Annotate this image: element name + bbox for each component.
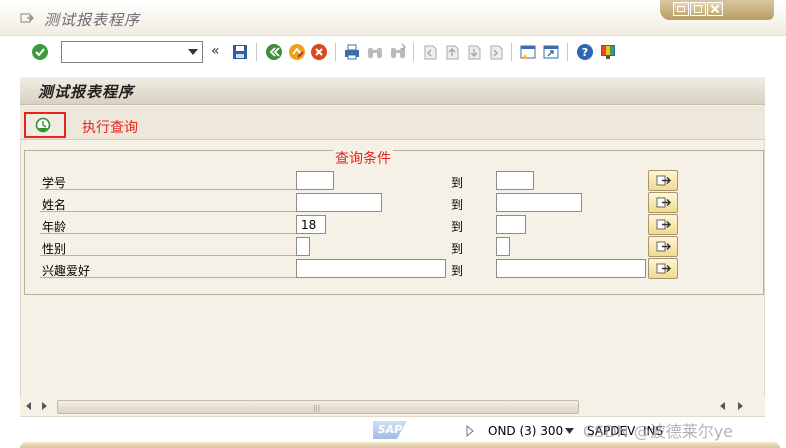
maximize-button[interactable] [690, 2, 706, 16]
page-header: 测试报表程序 [20, 77, 765, 105]
previous-page-icon[interactable] [443, 43, 461, 61]
svg-text:?: ? [582, 46, 588, 59]
collapse-icon[interactable]: « [211, 42, 229, 60]
multiple-selection-button[interactable] [648, 192, 678, 213]
field-label-hobbies: 兴趣爱好 [42, 264, 91, 278]
to-label: 到 [451, 176, 464, 190]
execute-button[interactable] [24, 112, 66, 138]
horizontal-scrollbar[interactable]: ||| [20, 398, 765, 416]
maximize-icon [694, 5, 702, 13]
multiple-selection-button[interactable] [648, 236, 678, 257]
window-controls [660, 0, 774, 20]
bottom-strip [20, 442, 780, 448]
create-session-icon[interactable] [519, 43, 537, 61]
scroll-right-icon[interactable] [42, 402, 47, 410]
scroll-right-icon[interactable] [738, 402, 743, 410]
shortcut-icon[interactable] [542, 43, 560, 61]
arrow-right-icon [656, 219, 671, 230]
arrow-right-icon [656, 197, 671, 208]
find-icon[interactable] [366, 43, 384, 61]
watermark: CSDN @波德莱尔ye [583, 422, 734, 441]
title-bar: 测试报表程序 [0, 0, 786, 36]
cancel-icon[interactable] [310, 43, 328, 61]
name-high-input[interactable] [496, 193, 582, 212]
chevron-down-icon[interactable] [565, 428, 574, 434]
find-next-icon[interactable] [389, 43, 407, 61]
back-icon[interactable] [265, 43, 283, 61]
close-icon [710, 5, 720, 13]
minimize-button[interactable] [673, 2, 689, 16]
to-label: 到 [451, 220, 464, 234]
field-label-student-id: 学号 [42, 176, 67, 190]
to-label: 到 [451, 264, 464, 278]
close-button[interactable] [707, 2, 723, 16]
first-page-icon[interactable] [421, 43, 439, 61]
age-high-input[interactable] [496, 215, 526, 234]
save-icon[interactable] [231, 43, 249, 61]
scroll-left-icon[interactable] [26, 402, 31, 410]
toolbar-separator [511, 43, 512, 61]
help-icon[interactable]: ? [576, 43, 594, 61]
age-low-input[interactable] [296, 215, 326, 234]
arrow-right-icon [656, 241, 671, 252]
layout-icon[interactable] [599, 43, 617, 61]
criteria-row-underline [40, 214, 300, 234]
last-page-icon[interactable] [487, 43, 505, 61]
enter-icon[interactable] [31, 43, 49, 61]
window-title: 测试报表程序 [44, 11, 141, 29]
command-field[interactable] [61, 41, 203, 63]
multiple-selection-button[interactable] [648, 258, 678, 279]
play-icon[interactable] [466, 425, 474, 437]
to-label: 到 [451, 242, 464, 256]
criteria-row-underline [40, 192, 300, 212]
minimize-icon [677, 6, 685, 12]
criteria-row-underline [40, 236, 300, 256]
execute-label: 执行查询 [82, 120, 138, 136]
toolbar-separator [413, 43, 414, 61]
student-id-low-input[interactable] [296, 171, 334, 190]
arrow-right-icon [656, 175, 671, 186]
field-label-gender: 性别 [42, 242, 67, 256]
name-low-input[interactable] [296, 193, 382, 212]
field-label-age: 年龄 [42, 220, 67, 234]
toolbar-separator [567, 43, 568, 61]
field-label-name: 姓名 [42, 198, 67, 212]
grip-icon: ||| [313, 404, 321, 412]
execute-icon [35, 117, 51, 133]
gender-low-input[interactable] [296, 237, 310, 256]
chevron-down-icon[interactable] [188, 49, 198, 55]
arrow-right-icon [656, 263, 671, 274]
menu-icon[interactable] [20, 12, 34, 24]
exit-icon[interactable] [288, 43, 306, 61]
criteria-row-underline [40, 170, 300, 190]
scroll-thumb[interactable]: ||| [57, 400, 579, 414]
to-label: 到 [451, 198, 464, 212]
scroll-left-icon[interactable] [720, 402, 725, 410]
command-input[interactable] [64, 43, 184, 61]
student-id-high-input[interactable] [496, 171, 534, 190]
system-info: OND (3) 300 [488, 424, 564, 438]
multiple-selection-button[interactable] [648, 170, 678, 191]
page-title: 测试报表程序 [38, 83, 135, 101]
print-icon[interactable] [343, 43, 361, 61]
toolbar-separator [335, 43, 336, 61]
next-page-icon[interactable] [465, 43, 483, 61]
toolbar-separator [256, 43, 257, 61]
multiple-selection-button[interactable] [648, 214, 678, 235]
hobbies-high-input[interactable] [496, 259, 646, 278]
gender-high-input[interactable] [496, 237, 510, 256]
frame-title: 查询条件 [333, 148, 393, 168]
hobbies-low-input[interactable] [296, 259, 446, 278]
